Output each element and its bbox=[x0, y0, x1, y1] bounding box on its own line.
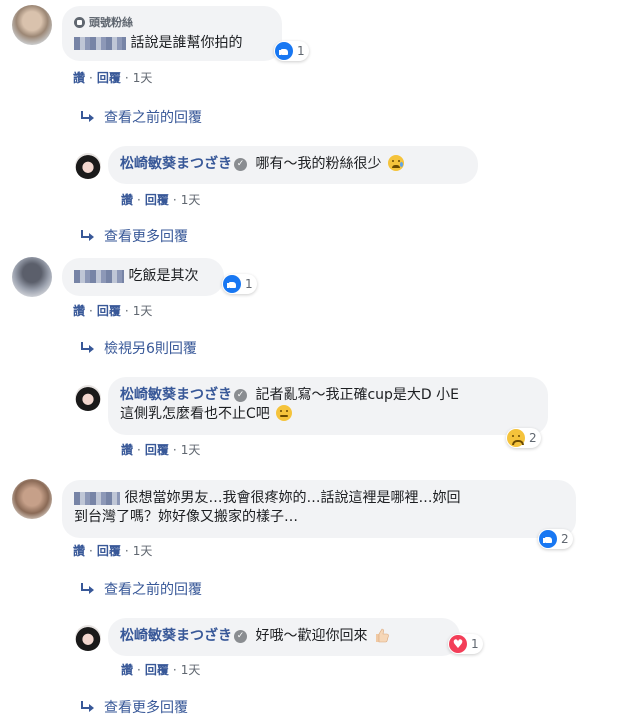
reaction-count: 2 bbox=[529, 431, 537, 445]
reply-actions: 讚 · 回覆 · 1天 bbox=[121, 441, 201, 458]
comment-text: 吃飯是其次 bbox=[128, 268, 199, 284]
avatar[interactable] bbox=[75, 153, 101, 179]
love-reaction-icon bbox=[449, 635, 467, 653]
view-previous-replies[interactable]: 查看之前的回覆 bbox=[80, 107, 202, 127]
reply-bubble: 松崎敏葵まつざき ✓ 好哦～歡迎你回來 bbox=[108, 618, 460, 656]
reaction-summary[interactable]: 1 bbox=[222, 274, 257, 294]
comment-actions: 讚 · 回覆 · 1天 bbox=[73, 69, 153, 86]
reply-link[interactable]: 回覆 bbox=[97, 302, 121, 319]
neutral-emoji-icon bbox=[276, 405, 293, 421]
like-link[interactable]: 讚 bbox=[121, 661, 133, 678]
like-link[interactable]: 讚 bbox=[73, 302, 85, 319]
reaction-count: 1 bbox=[245, 277, 253, 291]
thumbs-up-hand-icon bbox=[375, 628, 389, 643]
reaction-count: 2 bbox=[561, 532, 569, 546]
avatar[interactable] bbox=[75, 385, 101, 411]
top-fan-label: 頭號粉絲 bbox=[89, 16, 133, 29]
reply-arrow-icon bbox=[80, 342, 94, 354]
reply-link[interactable]: 回覆 bbox=[145, 661, 169, 678]
blurred-commenter-name[interactable] bbox=[74, 36, 126, 50]
timestamp[interactable]: 1天 bbox=[133, 542, 153, 559]
view-other-replies[interactable]: 檢視另6則回覆 bbox=[80, 338, 197, 358]
verified-icon: ✓ bbox=[234, 388, 247, 402]
like-reaction-icon bbox=[275, 42, 293, 60]
like-link[interactable]: 讚 bbox=[73, 69, 85, 86]
comment-bubble: 很想當妳男友…我會很疼妳的…話說這裡是哪裡…妳回 到台灣了嗎？妳好像又搬家的樣子… bbox=[62, 480, 576, 538]
reply-author[interactable]: 松崎敏葵まつざき bbox=[120, 156, 232, 172]
comment-text: 話說是誰幫你拍的 bbox=[130, 35, 243, 51]
reply-text: 好哦～歡迎你回來 bbox=[255, 628, 368, 644]
reply-arrow-icon bbox=[80, 230, 94, 242]
timestamp[interactable]: 1天 bbox=[181, 441, 201, 458]
comment-actions: 讚 · 回覆 · 1天 bbox=[73, 302, 153, 319]
reaction-count: 1 bbox=[471, 637, 479, 651]
avatar[interactable] bbox=[12, 5, 52, 45]
top-fan-badge: 頭號粉絲 bbox=[74, 13, 270, 32]
reply-arrow-icon bbox=[80, 583, 94, 595]
verified-icon: ✓ bbox=[234, 157, 247, 171]
reply-text: 哪有～我的粉絲很少 bbox=[255, 156, 382, 172]
view-more-replies[interactable]: 查看更多回覆 bbox=[80, 697, 188, 717]
reply-link[interactable]: 回覆 bbox=[145, 191, 169, 208]
comment-bubble: 吃飯是其次 bbox=[62, 258, 224, 296]
reaction-summary[interactable]: 2 bbox=[538, 529, 573, 549]
like-reaction-icon bbox=[539, 530, 557, 548]
reply-text-line1: 記者亂寫～我正確cup是大D 小E bbox=[255, 387, 459, 403]
reply-author[interactable]: 松崎敏葵まつざき bbox=[120, 387, 232, 403]
comment-text-line2: 到台灣了嗎？妳好像又搬家的樣子… bbox=[74, 509, 298, 525]
timestamp[interactable]: 1天 bbox=[181, 191, 201, 208]
reply-link[interactable]: 回覆 bbox=[97, 542, 121, 559]
sad-emoji-icon bbox=[387, 155, 404, 171]
comment-bubble: 頭號粉絲 話說是誰幫你拍的 bbox=[62, 6, 282, 61]
reply-link[interactable]: 回覆 bbox=[145, 441, 169, 458]
top-fan-icon bbox=[74, 17, 85, 28]
timestamp[interactable]: 1天 bbox=[133, 69, 153, 86]
view-more-replies[interactable]: 查看更多回覆 bbox=[80, 226, 188, 246]
timestamp[interactable]: 1天 bbox=[133, 302, 153, 319]
verified-icon: ✓ bbox=[234, 629, 247, 643]
reply-arrow-icon bbox=[80, 111, 94, 123]
reply-actions: 讚 · 回覆 · 1天 bbox=[121, 661, 201, 678]
avatar[interactable] bbox=[12, 479, 52, 519]
view-previous-replies[interactable]: 查看之前的回覆 bbox=[80, 579, 202, 599]
reaction-summary[interactable]: 2 bbox=[506, 428, 541, 448]
comment-text-line1: 很想當妳男友…我會很疼妳的…話說這裡是哪裡…妳回 bbox=[124, 490, 461, 506]
blurred-commenter-name[interactable] bbox=[74, 269, 124, 283]
reply-link[interactable]: 回覆 bbox=[97, 69, 121, 86]
avatar[interactable] bbox=[12, 257, 52, 297]
comment-actions: 讚 · 回覆 · 1天 bbox=[73, 542, 153, 559]
reply-arrow-icon bbox=[80, 701, 94, 713]
sad-reaction-icon bbox=[507, 429, 525, 447]
reaction-summary[interactable]: 1 bbox=[274, 41, 309, 61]
reply-actions: 讚 · 回覆 · 1天 bbox=[121, 191, 201, 208]
like-link[interactable]: 讚 bbox=[73, 542, 85, 559]
reply-bubble: 松崎敏葵まつざき ✓ 記者亂寫～我正確cup是大D 小E 這側乳怎麼看也不止C吧 bbox=[108, 377, 548, 435]
reply-author[interactable]: 松崎敏葵まつざき bbox=[120, 628, 232, 644]
like-reaction-icon bbox=[223, 275, 241, 293]
avatar[interactable] bbox=[75, 625, 101, 651]
timestamp[interactable]: 1天 bbox=[181, 661, 201, 678]
like-link[interactable]: 讚 bbox=[121, 191, 133, 208]
reaction-summary[interactable]: 1 bbox=[448, 634, 483, 654]
reaction-count: 1 bbox=[297, 44, 305, 58]
blurred-commenter-name[interactable] bbox=[74, 491, 120, 505]
reply-text-line2: 這側乳怎麼看也不止C吧 bbox=[120, 406, 270, 422]
like-link[interactable]: 讚 bbox=[121, 441, 133, 458]
reply-bubble: 松崎敏葵まつざき ✓ 哪有～我的粉絲很少 bbox=[108, 146, 478, 184]
